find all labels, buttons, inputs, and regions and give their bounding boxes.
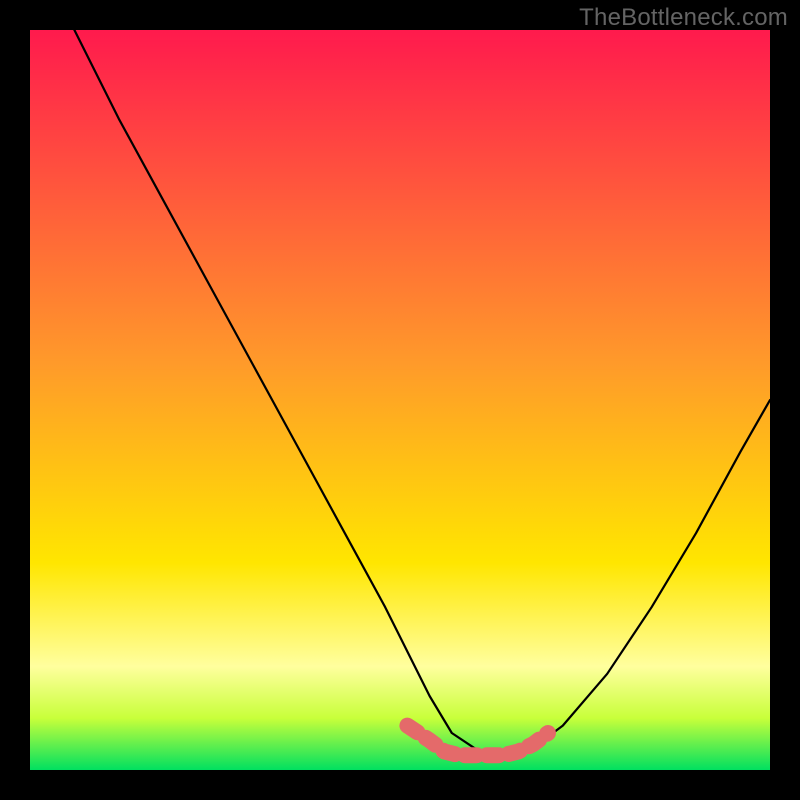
gradient-background bbox=[30, 30, 770, 770]
plot-area bbox=[30, 30, 770, 770]
watermark-text: TheBottleneck.com bbox=[579, 4, 788, 32]
chart-frame: TheBottleneck.com bbox=[0, 0, 800, 800]
chart-svg bbox=[30, 30, 770, 770]
